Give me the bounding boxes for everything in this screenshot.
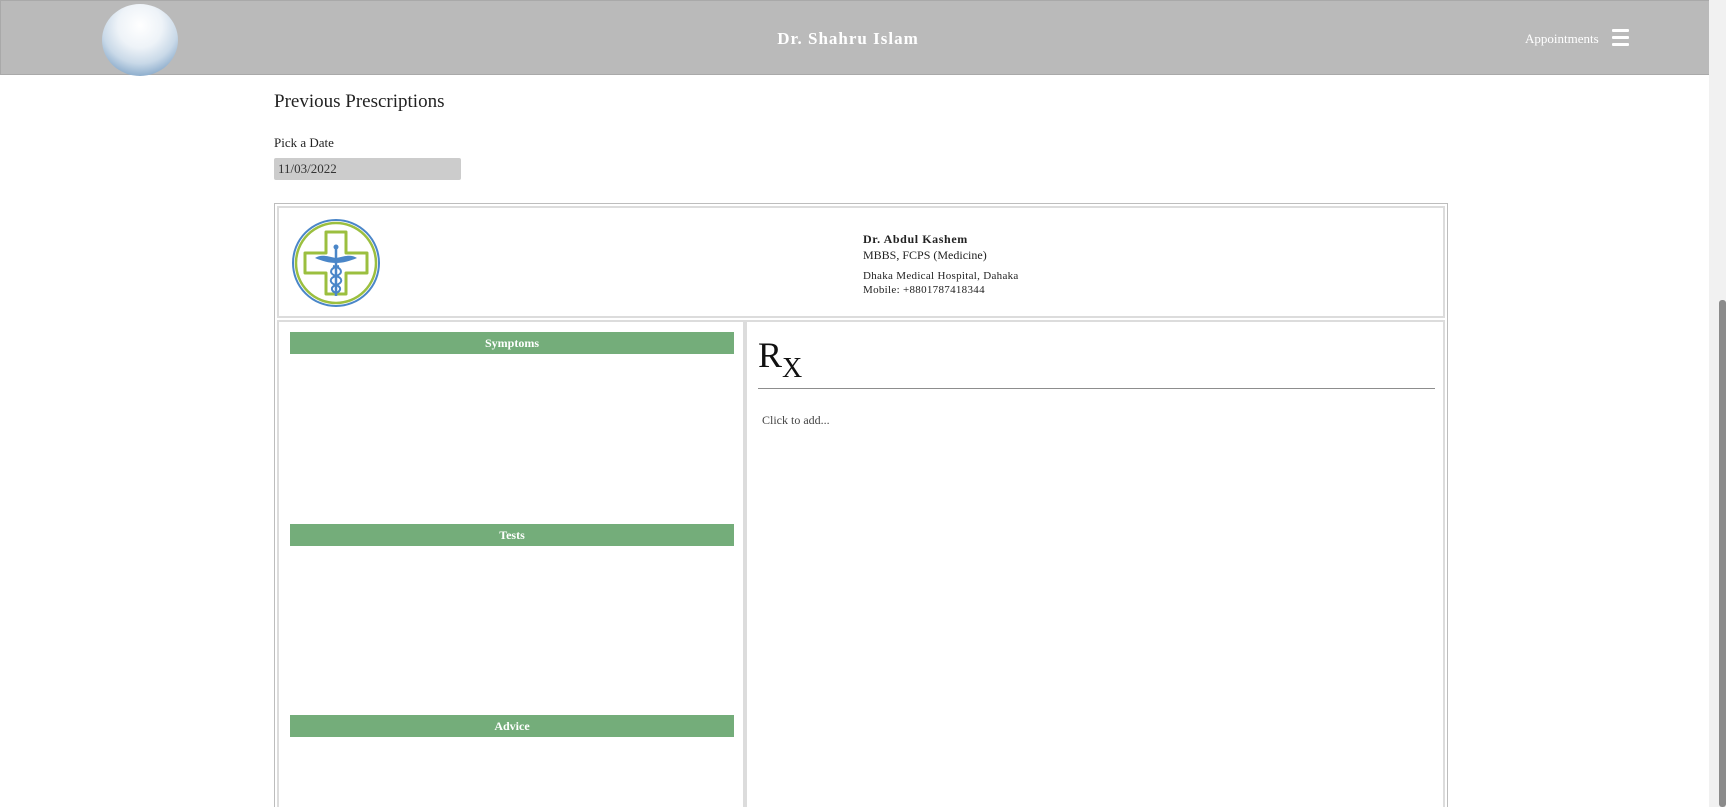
date-picker-input[interactable] xyxy=(274,158,461,180)
rx-sub: X xyxy=(782,353,803,384)
medical-logo-icon xyxy=(292,219,380,307)
scrollbar-thumb[interactable] xyxy=(1719,300,1726,807)
prescription-header: Dr. Abdul Kashem MBBS, FCPS (Medicine) D… xyxy=(277,206,1445,318)
doctor-info: Dr. Abdul Kashem MBBS, FCPS (Medicine) D… xyxy=(863,232,1019,296)
appointments-link[interactable]: Appointments xyxy=(1525,31,1599,47)
doctor-name: Dr. Abdul Kashem xyxy=(863,232,968,246)
top-navigation-bar: Dr. Shahru Islam Appointments xyxy=(0,0,1724,76)
rx-divider xyxy=(758,388,1435,389)
page-title: Dr. Shahru Islam xyxy=(777,29,919,48)
doctor-mobile: Mobile: +8801787418344 xyxy=(863,284,985,296)
tests-section-header[interactable]: Tests xyxy=(290,524,734,546)
prescription-rx-column: RX Click to add... xyxy=(745,320,1445,807)
advice-section-header[interactable]: Advice xyxy=(290,715,734,737)
symptoms-section-header[interactable]: Symptoms xyxy=(290,332,734,354)
rx-main: R xyxy=(758,335,783,375)
add-medicine-placeholder[interactable]: Click to add... xyxy=(762,413,830,428)
rx-symbol: RX xyxy=(758,334,802,385)
hamburger-menu-icon[interactable] xyxy=(1612,29,1629,46)
prescription-sheet: Dr. Abdul Kashem MBBS, FCPS (Medicine) D… xyxy=(274,203,1448,807)
prescription-left-column: Symptoms Tests Advice xyxy=(277,320,745,807)
doctor-degrees: MBBS, FCPS (Medicine) xyxy=(863,248,987,262)
hospital-name: Dhaka Medical Hospital, Dahaka xyxy=(863,270,1019,282)
section-heading: Previous Prescriptions xyxy=(274,91,445,112)
date-label: Pick a Date xyxy=(274,135,334,150)
